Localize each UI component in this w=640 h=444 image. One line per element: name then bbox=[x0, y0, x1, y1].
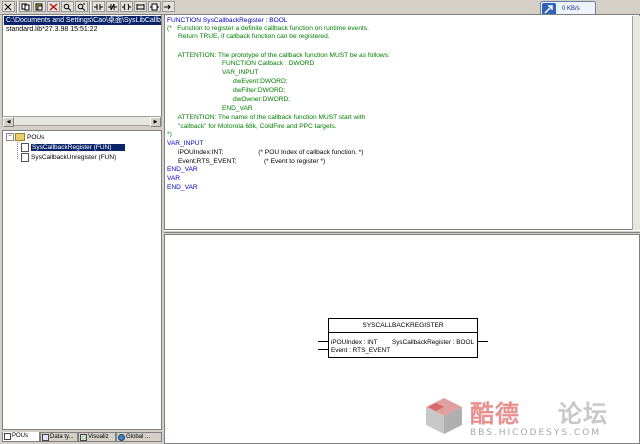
declaration-editor[interactable]: FUNCTION SysCallbackRegister : BOOL (* F… bbox=[164, 14, 640, 230]
tab-label: Data ty... bbox=[50, 434, 74, 440]
tab-data-types[interactable]: Data ty... bbox=[40, 432, 78, 442]
input-pin-ipouindex[interactable] bbox=[318, 341, 328, 342]
find-icon[interactable] bbox=[61, 1, 74, 12]
library-horizontal-scrollbar[interactable]: ◀ ▶ bbox=[2, 116, 162, 127]
code-line: END_VAR bbox=[167, 105, 253, 112]
collapse-icon[interactable]: − bbox=[6, 133, 14, 142]
input-ipouindex-label: iPOUIndex : INT bbox=[331, 339, 378, 346]
tree-item-syscallbackunregister[interactable]: SysCallbackUnregister (FUN) bbox=[21, 153, 116, 162]
library-list: C:\Documents and Settings\Cao\桌面\SysLibC… bbox=[2, 14, 162, 124]
data-types-tab-icon bbox=[42, 434, 49, 441]
toolbar: 0 KB/s bbox=[0, 0, 640, 18]
tree-item-label: SysCallbackRegister (FUN) bbox=[31, 144, 126, 152]
tree-line bbox=[17, 142, 18, 159]
code-line: "callback" for Motorola 68k, ColdFire an… bbox=[167, 123, 337, 130]
ladder-parallel-icon[interactable] bbox=[134, 1, 147, 12]
code-line: VAR_INPUT bbox=[167, 140, 204, 147]
input-pin-event[interactable] bbox=[318, 349, 328, 350]
copy-icon[interactable] bbox=[19, 1, 32, 12]
ladder-jump-icon[interactable] bbox=[162, 1, 175, 12]
cube-logo-icon bbox=[426, 398, 462, 434]
paste-icon[interactable] bbox=[33, 1, 46, 12]
tree-item-syscallbackregister[interactable]: SysCallbackRegister (FUN) bbox=[21, 143, 126, 152]
scroll-right-icon[interactable]: ▶ bbox=[150, 117, 161, 127]
find-next-icon[interactable] bbox=[75, 1, 88, 12]
scroll-left-icon[interactable]: ◀ bbox=[3, 117, 14, 127]
code-line: END_VAR bbox=[167, 184, 198, 191]
left-pane: C:\Documents and Settings\Cao\桌面\SysLibC… bbox=[2, 14, 162, 442]
code-line: *) bbox=[167, 131, 172, 138]
folder-icon bbox=[15, 133, 25, 142]
cut-icon[interactable] bbox=[2, 1, 15, 12]
code-line: dwOwner:DWORD; bbox=[167, 96, 291, 103]
network-speed-text: 0 KB/s bbox=[562, 6, 580, 12]
pous-tab-icon bbox=[4, 433, 11, 440]
ladder-negated-icon[interactable] bbox=[106, 1, 119, 12]
code-line: FUNCTION Callback : DWORD bbox=[167, 60, 315, 67]
code-line: VAR bbox=[167, 175, 181, 182]
ladder-contact-icon[interactable] bbox=[92, 1, 105, 12]
visualization-tab-icon bbox=[80, 434, 87, 441]
code-line: (* Function to register a definite callb… bbox=[167, 25, 369, 32]
object-tabs: POUs Data ty... Visualiz Global ... bbox=[2, 432, 162, 443]
code-line: ATTENTION: The name of the callback func… bbox=[167, 114, 366, 121]
watermark-url: BBS.HICODESYS.COM bbox=[470, 428, 602, 438]
code-line: dwFilter:DWORD; bbox=[167, 87, 286, 94]
tab-pous[interactable]: POUs bbox=[2, 432, 40, 442]
code-line: Return TRUE, if callback function can be… bbox=[167, 33, 330, 40]
output-pin[interactable] bbox=[478, 341, 488, 342]
tree-root-label: POUs bbox=[27, 134, 45, 141]
tab-label: Global ... bbox=[126, 434, 151, 440]
tab-visualizations[interactable]: Visualiz bbox=[78, 432, 116, 442]
globe-icon bbox=[118, 434, 125, 441]
library-row[interactable]: C:\Documents and Settings\Cao\桌面\SysLibC… bbox=[4, 16, 161, 25]
code-line: VAR_INPUT bbox=[167, 69, 259, 76]
watermark-title-1: 酷德 bbox=[470, 400, 520, 428]
output-label: SysCallbackRegister : BOOL bbox=[391, 339, 474, 346]
editor-splitter[interactable] bbox=[164, 230, 640, 233]
watermark-title-2: 论坛 bbox=[558, 400, 608, 428]
code-line: FUNCTION SysCallbackRegister : BOOL bbox=[167, 17, 288, 24]
toolbar-separator bbox=[16, 1, 18, 13]
tree-item-label: SysCallbackUnregister (FUN) bbox=[31, 154, 117, 162]
editor-vertical-scrollbar[interactable] bbox=[632, 16, 640, 232]
tab-label: POUs bbox=[12, 433, 29, 439]
input-event-label: Event : RTS_EVENT bbox=[331, 347, 391, 354]
code-line: Event:RTS_EVENT; (* Event to register *) bbox=[167, 158, 326, 165]
code-line: dwEvent:DWORD; bbox=[167, 78, 288, 85]
code-line: END_VAR bbox=[167, 166, 198, 173]
document-icon bbox=[21, 143, 29, 152]
tree-root-pous[interactable]: − POUs bbox=[6, 133, 44, 142]
ladder-box-icon[interactable] bbox=[148, 1, 161, 12]
ladder-coil-icon[interactable] bbox=[120, 1, 133, 12]
code-line: ATTENTION: The prototype of the callback… bbox=[167, 52, 390, 59]
function-block-title: SYSCALLBACKREGISTER bbox=[362, 322, 444, 329]
function-block[interactable]: SYSCALLBACKREGISTER iPOUIndex : INT Even… bbox=[328, 318, 478, 358]
tab-resources[interactable]: Global ... bbox=[116, 432, 162, 442]
toolbar-separator bbox=[89, 1, 91, 13]
pou-tree: − POUs SysCallbackRegister (FUN) SysCallb… bbox=[2, 130, 162, 430]
library-row[interactable]: standard.lib*27.3.98 15:51:22 bbox=[4, 25, 97, 34]
watermark: 酷德 论坛 BBS.HICODESYS.COM bbox=[420, 393, 638, 441]
function-block-divider bbox=[329, 332, 477, 333]
tab-label: Visualiz bbox=[88, 434, 109, 440]
delete-icon[interactable] bbox=[47, 1, 60, 12]
document-icon bbox=[21, 153, 29, 162]
code-line: iPOUIndex:INT; (* POU Index of callback … bbox=[167, 149, 364, 156]
